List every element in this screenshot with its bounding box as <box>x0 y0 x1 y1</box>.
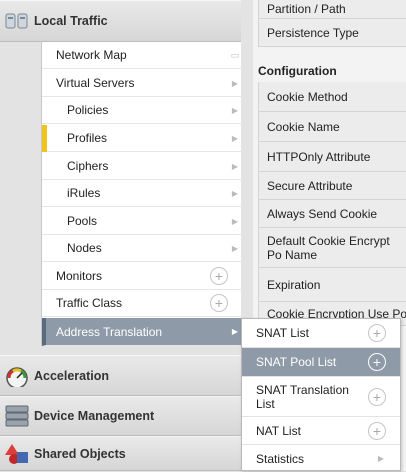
configuration-section-title: Configuration <box>258 64 337 78</box>
speedometer-icon <box>0 363 34 389</box>
nav-header-acceleration[interactable]: Acceleration <box>0 355 241 396</box>
nav-item-irules[interactable]: iRules ▶ <box>42 180 242 207</box>
popout-icon[interactable]: ▭ <box>228 50 242 61</box>
property-secure-attribute: Secure Attribute <box>258 172 406 200</box>
property-partition-path: Partition / Path <box>258 0 406 19</box>
nav-item-monitors[interactable]: Monitors + <box>42 263 242 290</box>
shared-objects-label: Shared Objects <box>34 446 126 461</box>
chevron-right-icon: ▶ <box>231 105 239 115</box>
current-section-marker <box>42 124 47 152</box>
nav-header-device-management[interactable]: Device Management <box>0 396 241 436</box>
add-snat-translation-plus-icon[interactable]: + <box>368 387 386 406</box>
local-traffic-submenu: Network Map ▭ Virtual Servers ▶ Policies… <box>41 42 242 346</box>
nav-item-nodes[interactable]: Nodes ▶ <box>42 235 242 262</box>
chevron-right-icon: ▶ <box>231 327 239 336</box>
acceleration-label: Acceleration <box>34 368 110 383</box>
property-cookie-method: Cookie Method <box>258 82 406 112</box>
chevron-right-icon: ▶ <box>231 188 239 198</box>
nav-item-traffic-class[interactable]: Traffic Class + <box>42 290 242 317</box>
nav-header-shared-objects[interactable]: Shared Objects <box>0 436 241 471</box>
nav-item-ciphers[interactable]: Ciphers ▶ <box>42 153 242 180</box>
property-persistence-type: Persistence Type <box>258 19 406 47</box>
shapes-icon <box>0 441 34 467</box>
flyout-item-snat-pool-list[interactable]: SNAT Pool List + <box>242 348 400 377</box>
flyout-item-nat-list[interactable]: NAT List + <box>242 417 400 445</box>
chevron-right-icon: ▶ <box>377 454 385 463</box>
flyout-item-statistics[interactable]: Statistics ▶ <box>242 445 400 472</box>
chevron-right-icon: ▶ <box>231 243 239 253</box>
chevron-right-icon: ▶ <box>231 216 239 226</box>
device-management-label: Device Management <box>34 409 155 423</box>
nav-item-profiles[interactable]: Profiles ▶ <box>42 124 242 152</box>
add-snat-pool-plus-icon[interactable]: + <box>368 353 386 371</box>
server-stack-icon <box>0 403 34 429</box>
nav-item-network-map[interactable]: Network Map ▭ <box>42 42 242 69</box>
add-snat-list-plus-icon[interactable]: + <box>368 324 386 342</box>
nav-header-local-traffic[interactable]: Local Traffic <box>0 0 241 42</box>
nav-item-pools[interactable]: Pools ▶ <box>42 208 242 235</box>
add-traffic-class-plus-icon[interactable]: + <box>210 294 228 312</box>
chevron-right-icon: ▶ <box>231 78 239 88</box>
nav-item-virtual-servers[interactable]: Virtual Servers ▶ <box>42 70 242 97</box>
property-default-cookie-encrypt: Default Cookie Encrypt Po Name <box>258 228 406 268</box>
flyout-item-snat-translation-list[interactable]: SNAT Translation List + <box>242 377 400 417</box>
flyout-item-snat-list[interactable]: SNAT List + <box>242 319 400 348</box>
nav-item-policies[interactable]: Policies ▶ <box>42 97 242 124</box>
local-traffic-label: Local Traffic <box>34 14 108 28</box>
address-translation-flyout-menu: SNAT List + SNAT Pool List + SNAT Transl… <box>241 318 401 471</box>
property-always-send-cookie: Always Send Cookie <box>258 200 406 228</box>
local-traffic-icon <box>0 8 34 34</box>
chevron-right-icon: ▶ <box>231 161 239 171</box>
chevron-right-icon: ▶ <box>231 133 239 143</box>
add-nat-list-plus-icon[interactable]: + <box>368 421 386 440</box>
property-expiration: Expiration <box>258 268 406 302</box>
property-httponly-attribute: HTTPOnly Attribute <box>258 142 406 172</box>
add-monitor-plus-icon[interactable]: + <box>210 267 228 285</box>
nav-item-address-translation[interactable]: Address Translation ▶ <box>42 318 242 346</box>
property-cookie-name: Cookie Name <box>258 112 406 142</box>
